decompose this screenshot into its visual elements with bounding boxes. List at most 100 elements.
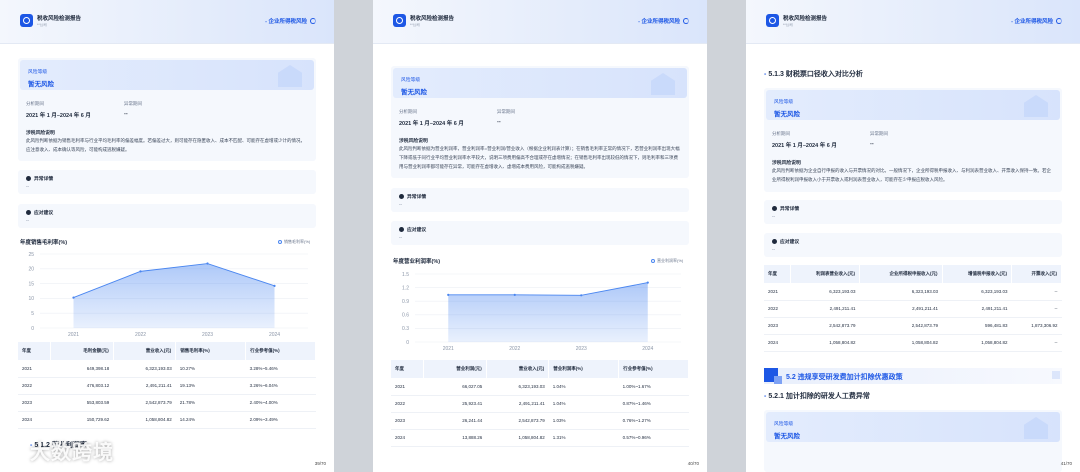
y-tick-label: 0.9	[402, 299, 409, 305]
legend-marker-icon	[278, 239, 282, 244]
period-key: 分析期间	[399, 109, 417, 114]
y-tick-label: 20	[28, 267, 34, 273]
data-point	[206, 262, 209, 265]
house-icon	[1024, 417, 1048, 439]
table-row: 2023 553,803.59 2,542,873.79 21.78% 2.40%~4.…	[18, 394, 316, 412]
series-area	[448, 282, 648, 342]
operating-margin-chart: 0 0.3 0.6 0.9 1.2 1.5 2021 2022 2023 2024	[402, 272, 681, 352]
house-icon	[278, 65, 302, 87]
operating-margin-table: 年度 营业利润(元) 营业收入(元) 营业利润率(%) 行业参考值(%) 202…	[391, 360, 689, 447]
anomaly-title: 异常详情	[780, 207, 800, 212]
period-key: 分析期间	[772, 131, 790, 136]
warning-icon	[26, 175, 31, 181]
table-row: 2022 2,491,211.41 2,491,211.41 2,491,211.41…	[764, 300, 1062, 318]
table-row: 2024 13,888.26 1,058,804.82 1.31% 0.57%~0.96…	[391, 429, 689, 447]
table-header: 营业利润率(%)	[548, 360, 620, 378]
range-value: --	[497, 119, 501, 125]
x-tick-label: 2022	[509, 346, 520, 352]
explain-text: 此风险判断依据为销售毛利率与行业平均毛利率的偏差幅度。若偏差过大，则可能存在隐匿…	[26, 138, 305, 152]
brand-subtitle: **公司	[37, 23, 47, 27]
anomaly-title: 异常详情	[407, 195, 427, 200]
explain-text: 此风险判断依据为企业自行申报的收入与开票情况的对比。一般情况下，企业所得税申报收…	[772, 168, 1051, 182]
table-header: 营业收入(元)	[113, 342, 177, 360]
data-point	[139, 270, 142, 273]
data-point	[273, 284, 276, 287]
risk-label: 风险等级	[774, 100, 794, 105]
risk-value: 暂无风险	[28, 81, 54, 88]
data-point	[447, 293, 450, 296]
y-tick-label: 1.2	[402, 285, 409, 291]
page-header: 税收风险检测报告 **公司 - 企业所得税风险	[746, 0, 1080, 44]
header-toggle-icon	[310, 18, 316, 24]
x-tick-label: 2023	[576, 346, 587, 352]
anomaly-panel: 异常详情 --	[18, 170, 316, 194]
brand-title: 税收风险检测报告	[37, 16, 82, 22]
y-tick-label: 1.5	[402, 272, 409, 278]
watermark-logo-icon	[8, 444, 26, 462]
y-tick-label: 15	[28, 281, 34, 287]
report-page-41: 税收风险检测报告 **公司 - 企业所得税风险 -5.1.3 财税票口径收入对比…	[746, 0, 1080, 472]
anomaly-title: 异常详情	[34, 177, 54, 182]
risk-value: 暂无风险	[774, 433, 800, 440]
risk-value: 暂无风险	[401, 89, 427, 96]
y-tick-label: 0	[406, 340, 409, 346]
legend-marker-icon	[651, 258, 655, 263]
explain-text: 此风险判断依据为营业利润率，营业利润率=营业利润/营业收入（根据企业利润表计算）…	[399, 146, 680, 169]
anomaly-panel: 异常详情 --	[764, 200, 1062, 224]
range-key: 异常期间	[124, 101, 142, 106]
risk-card: 风险等级 暂无风险 分析期间 2021 年 1 月–2024 年 6 月 异常期…	[391, 66, 689, 178]
table-header: 行业参考值(%)	[245, 342, 316, 360]
table-row: 2023 2,542,873.79 2,542,873.79 596,481.83 1,…	[764, 317, 1062, 335]
y-tick-label: 25	[28, 252, 34, 258]
header-section-label: - 企业所得税风险	[638, 17, 689, 25]
series-area	[73, 263, 275, 328]
explain-title: 涉税风险说明	[399, 139, 428, 144]
risk-banner: 风险等级 暂无风险	[766, 90, 1060, 120]
table-row: 2021 66,027.05 6,323,193.03 1.04% 1.00%~1.67…	[391, 378, 689, 396]
risk-label: 风险等级	[774, 422, 794, 427]
page-number: 41/70	[1060, 461, 1072, 466]
brand-logo-icon	[766, 14, 779, 27]
y-tick-label: 0.3	[402, 326, 409, 332]
table-header: 企业所得税申报收入(元)	[859, 265, 943, 283]
income-comparison-table: 年度 利润表营业收入(元) 企业所得税申报收入(元) 增值税申报收入(元) 开票…	[764, 265, 1062, 352]
advice-panel: 应对建议 --	[391, 221, 689, 245]
table-row: 2022 476,803.12 2,491,211.41 19.13% 3.26%~6.…	[18, 377, 316, 395]
gross-margin-table: 年度 毛利金额(元) 营业收入(元) 销售毛利率(%) 行业参考值(%) 202…	[18, 342, 316, 429]
table-header: 年度	[764, 265, 791, 283]
x-tick-label: 2024	[269, 332, 280, 338]
anomaly-panel: 异常详情 --	[391, 188, 689, 212]
risk-banner: 风险等级 暂无风险	[20, 60, 314, 90]
advice-panel: 应对建议 --	[764, 233, 1062, 257]
risk-label: 风险等级	[401, 78, 421, 83]
risk-card-2: 风险等级 暂无风险	[764, 410, 1062, 472]
house-icon	[1024, 95, 1048, 117]
table-row: 2023 26,241.44 2,542,873.79 1.03% 0.76%~1.27…	[391, 412, 689, 430]
section-band-52: 5.2 违规享受研发费加计扣除优惠政策	[764, 368, 1062, 384]
range-value: --	[870, 141, 874, 147]
advice-icon	[26, 209, 31, 215]
header-toggle-icon	[1056, 18, 1062, 24]
period-value: 2021 年 1 月–2024 年 6 月	[399, 121, 464, 127]
advice-icon	[399, 226, 404, 232]
advice-title: 应对建议	[407, 228, 427, 233]
table-header: 开票收入(元)	[1011, 265, 1062, 283]
table-header: 增值税申报收入(元)	[942, 265, 1013, 283]
header-section-label: - 企业所得税风险	[1011, 17, 1062, 25]
page-header: 税收风险检测报告 **公司 - 企业所得税风险	[0, 0, 334, 44]
anomaly-value: --	[26, 184, 29, 189]
data-point	[72, 296, 75, 299]
advice-title: 应对建议	[780, 240, 800, 245]
explain-title: 涉税风险说明	[26, 131, 55, 136]
warning-icon	[399, 193, 404, 199]
table-header: 营业收入(元)	[486, 360, 550, 378]
risk-value: 暂无风险	[774, 111, 800, 118]
x-tick-label: 2023	[202, 332, 213, 338]
report-page-39: 税收风险检测报告 **公司 - 企业所得税风险 风险等级 暂无风险 分析期间 2…	[0, 0, 334, 472]
brand-logo-icon	[393, 14, 406, 27]
y-tick-label: 5	[31, 311, 34, 317]
advice-title: 应对建议	[34, 211, 54, 216]
chart-title: 年度销售毛利率(%)	[20, 240, 68, 246]
y-tick-label: 0.6	[402, 313, 409, 319]
watermark: 大数跨境	[8, 436, 114, 465]
